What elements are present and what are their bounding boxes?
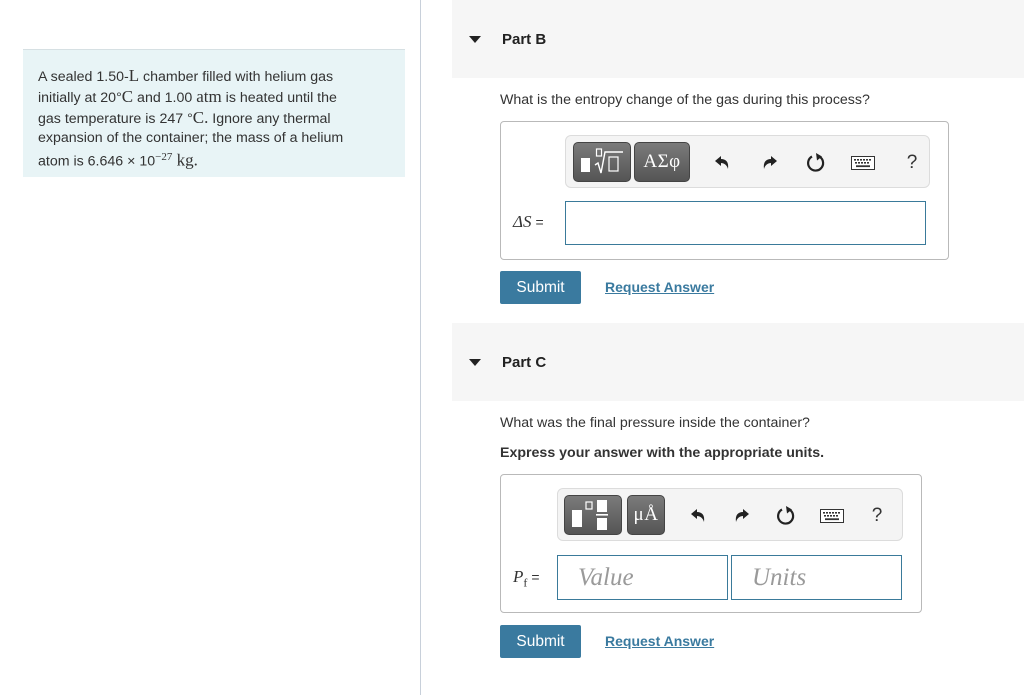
undo-icon [691,509,705,522]
undo-button[interactable] [685,503,711,529]
redo-icon [763,156,777,169]
template-fraction-button[interactable] [564,495,622,535]
collapse-triangle-icon[interactable] [469,359,481,366]
part-b-header[interactable]: Part B [452,0,1024,78]
problem-line: atom is 6.646 × 10−27 kg. [38,150,198,170]
reset-icon [807,153,825,172]
reset-button[interactable] [773,503,799,529]
problem-line: gas temperature is 247 °C. Ignore any th… [38,108,331,127]
problem-line: A sealed 1.50-L chamber filled with heli… [38,66,334,85]
part-b-title: Part B [502,31,547,48]
units-label: μÅ [633,504,659,525]
part-c-answer-box: μÅ ? Pf = [500,474,922,613]
problem-line: initially at 20°C and 1.00 atm is heated… [38,87,337,106]
part-b-answer-box: ΑΣφ ? ΔS = [500,121,949,260]
reset-button[interactable] [803,150,829,176]
part-b-submit-button[interactable]: Submit [500,271,581,304]
pf-label: Pf = [513,567,540,590]
keyboard-button[interactable] [849,150,877,176]
part-c-instruction: Express your answer with the appropriate… [500,445,825,461]
redo-button[interactable] [729,503,755,529]
undo-icon [715,156,729,169]
redo-button[interactable] [757,150,783,176]
keyboard-icon [820,509,844,523]
part-b-question: What is the entropy change of the gas du… [500,92,870,108]
part-c-submit-button[interactable]: Submit [500,625,581,658]
part-c-request-answer-link[interactable]: Request Answer [605,633,714,649]
problem-line: expansion of the container; the mass of … [38,130,344,146]
panel-divider [420,0,421,695]
reset-icon [777,506,795,525]
pressure-units-input[interactable] [731,555,902,600]
delta-s-label: ΔS = [513,212,544,231]
help-button[interactable]: ? [899,150,925,176]
part-c-math-toolbar: μÅ ? [557,488,903,541]
problem-statement: A sealed 1.50-L chamber filled with heli… [23,49,405,177]
template-sqrt-icon [581,148,623,174]
pressure-value-input[interactable] [557,555,728,600]
template-sqrt-button[interactable] [573,142,631,182]
keyboard-icon [851,156,875,170]
part-c-header[interactable]: Part C [452,323,1024,401]
greek-symbols-label: ΑΣφ [643,151,681,172]
part-b-request-answer-link[interactable]: Request Answer [605,279,714,295]
keyboard-button[interactable] [818,503,846,529]
delta-s-input[interactable] [565,201,926,245]
template-fraction-icon [572,500,608,530]
redo-icon [735,509,749,522]
part-b-math-toolbar: ΑΣφ ? [565,135,930,188]
part-c-title: Part C [502,354,547,371]
units-button[interactable]: μÅ [627,495,665,535]
greek-symbols-button[interactable]: ΑΣφ [634,142,690,182]
help-button[interactable]: ? [864,503,890,529]
part-c-question: What was the final pressure inside the c… [500,415,810,431]
collapse-triangle-icon[interactable] [469,36,481,43]
undo-button[interactable] [709,150,735,176]
